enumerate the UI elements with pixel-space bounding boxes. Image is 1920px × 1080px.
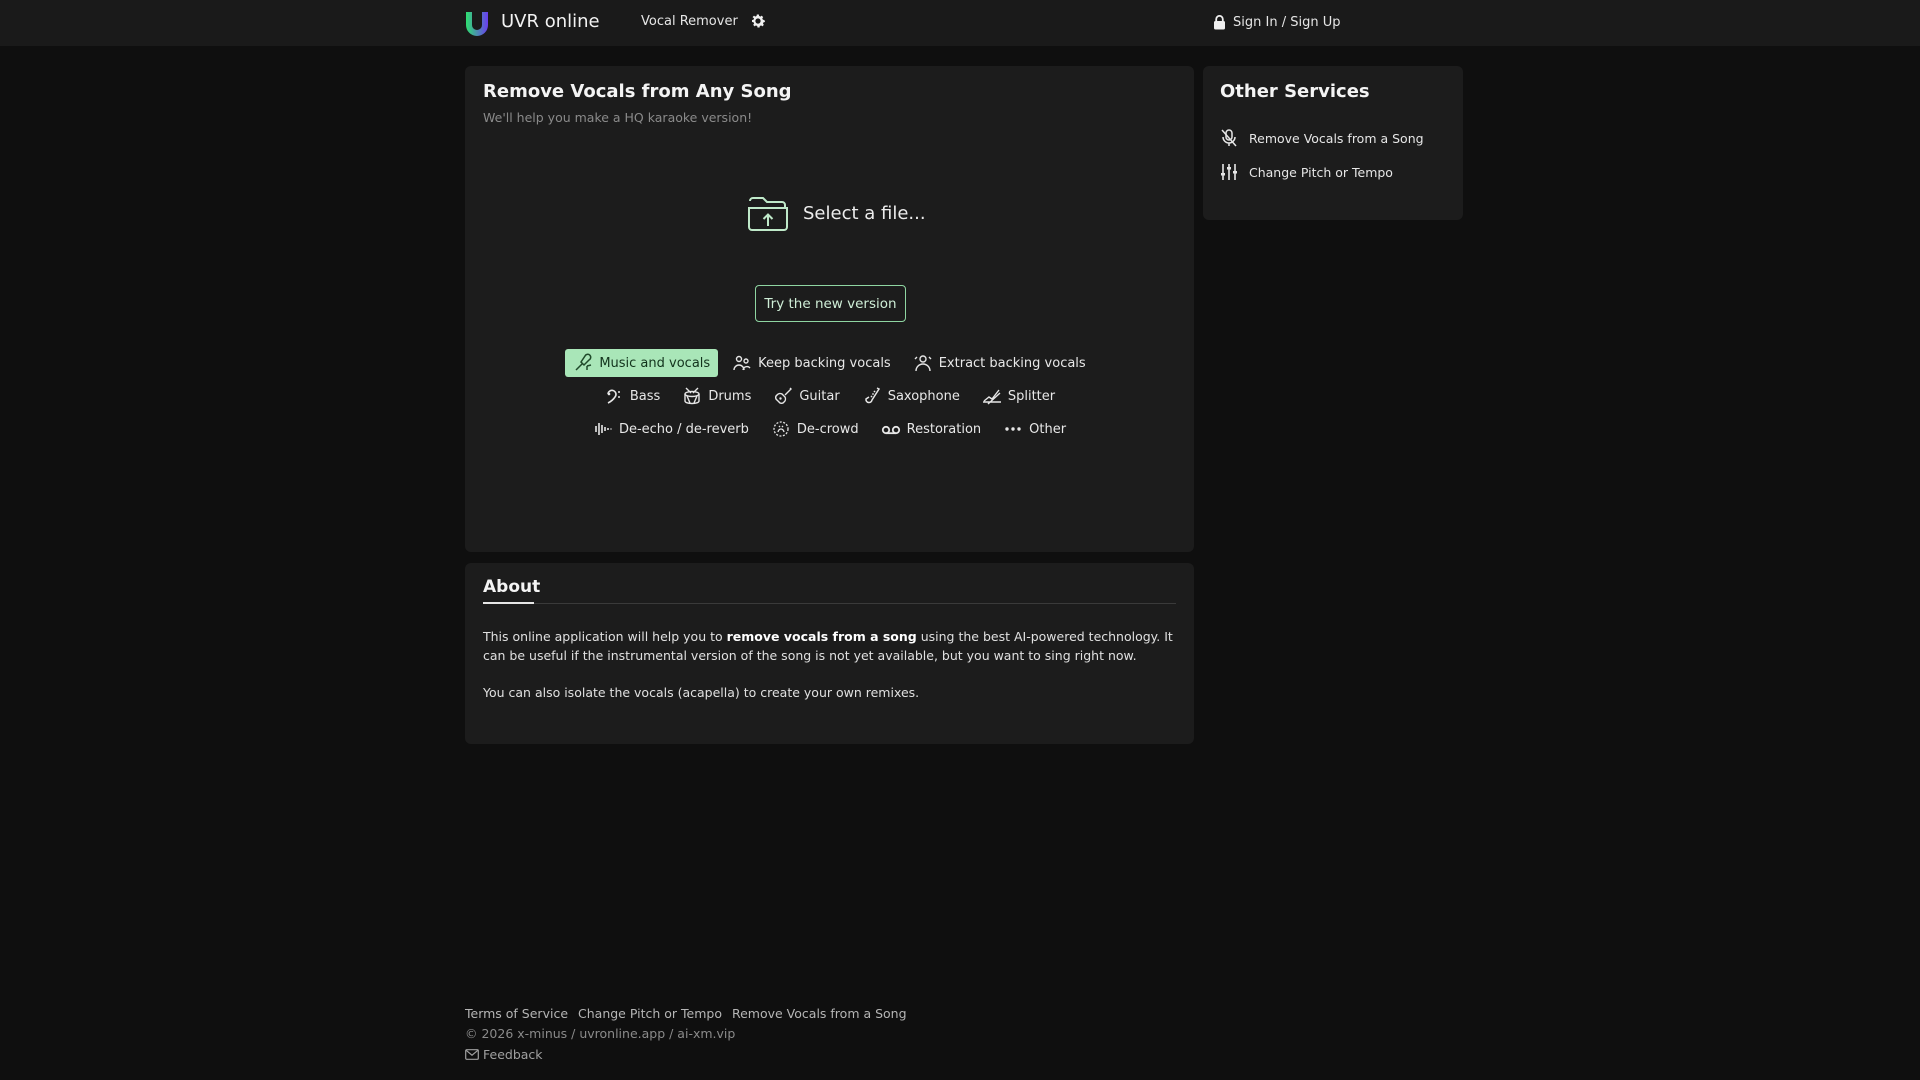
service-remove-vocals[interactable]: Remove Vocals from a Song bbox=[1219, 128, 1424, 148]
feedback-link[interactable]: Feedback bbox=[465, 1047, 907, 1062]
other-services-title: Other Services bbox=[1220, 81, 1370, 102]
footer-link-remove-vocals[interactable]: Remove Vocals from a Song bbox=[732, 1006, 907, 1021]
modes-row-1: Music and vocals Keep backing vocals Ext… bbox=[465, 349, 1194, 377]
about-title: About bbox=[483, 577, 541, 597]
try-new-version-button[interactable]: Try the new version bbox=[755, 285, 906, 322]
splitter-icon bbox=[982, 389, 1001, 405]
modes-row-2: Bass Drums Guitar Saxophone Splitter bbox=[465, 382, 1194, 410]
service-label: Change Pitch or Tempo bbox=[1249, 164, 1393, 180]
folder-upload-icon bbox=[748, 197, 788, 231]
vocal-remover-panel: Remove Vocals from Any Song We'll help y… bbox=[465, 66, 1194, 552]
sliders-icon bbox=[1221, 164, 1237, 180]
about-text-bold: remove vocals from a song bbox=[726, 629, 917, 644]
top-bar: UVR online Vocal Remover Sign In / Sign … bbox=[0, 0, 1920, 46]
mode-label: De-echo / de-reverb bbox=[618, 421, 749, 437]
bass-clef-icon bbox=[607, 389, 620, 404]
mode-splitter[interactable]: Splitter bbox=[974, 382, 1063, 410]
select-file-button[interactable]: Select a file... bbox=[747, 194, 926, 232]
mic-off-icon bbox=[1221, 129, 1237, 147]
mode-label: Other bbox=[1029, 421, 1067, 437]
group-singers-icon bbox=[733, 355, 751, 371]
service-label: Remove Vocals from a Song bbox=[1249, 130, 1424, 146]
about-divider bbox=[483, 602, 1176, 604]
mode-de-crowd[interactable]: De-crowd bbox=[763, 415, 867, 443]
mode-extract-backing-vocals[interactable]: Extract backing vocals bbox=[905, 349, 1094, 377]
mode-drums[interactable]: Drums bbox=[674, 382, 759, 410]
sign-in-label: Sign In / Sign Up bbox=[1233, 14, 1341, 30]
footer-link-change-pitch[interactable]: Change Pitch or Tempo bbox=[578, 1006, 722, 1021]
mode-de-echo-de-reverb[interactable]: De-echo / de-reverb bbox=[585, 415, 757, 443]
mode-keep-backing-vocals[interactable]: Keep backing vocals bbox=[724, 349, 899, 377]
mode-saxophone[interactable]: Saxophone bbox=[854, 382, 968, 410]
gear-icon[interactable] bbox=[749, 12, 767, 30]
mode-label: Bass bbox=[629, 388, 661, 404]
more-dots-icon bbox=[1005, 427, 1021, 431]
uvr-logo-icon[interactable] bbox=[464, 10, 490, 36]
tape-icon bbox=[881, 425, 900, 435]
page-subtitle: We'll help you make a HQ karaoke version… bbox=[483, 110, 753, 125]
service-change-pitch[interactable]: Change Pitch or Tempo bbox=[1219, 162, 1393, 182]
copyright: © 2026 x-minus / uvronline.app / ai-xm.v… bbox=[465, 1026, 736, 1041]
sign-in-link[interactable]: Sign In / Sign Up bbox=[1213, 12, 1340, 32]
separation-modes: Music and vocals Keep backing vocals Ext… bbox=[465, 349, 1194, 448]
mode-label: Splitter bbox=[1007, 388, 1056, 404]
footer-links: Terms of Service Change Pitch or Tempo R… bbox=[465, 1006, 907, 1021]
mode-restoration[interactable]: Restoration bbox=[873, 415, 989, 443]
page-title: Remove Vocals from Any Song bbox=[483, 81, 792, 102]
select-file-label: Select a file... bbox=[803, 202, 926, 224]
echo-icon bbox=[595, 423, 612, 435]
saxophone-icon bbox=[864, 387, 880, 404]
nav-vocal-remover[interactable]: Vocal Remover bbox=[641, 14, 738, 29]
mode-label: Extract backing vocals bbox=[938, 355, 1086, 371]
mode-label: De-crowd bbox=[796, 421, 859, 437]
about-panel: About This online application will help … bbox=[465, 563, 1194, 744]
brand-name[interactable]: UVR online bbox=[501, 11, 600, 32]
mode-label: Restoration bbox=[906, 421, 982, 437]
about-paragraph-2: You can also isolate the vocals (acapell… bbox=[483, 685, 920, 700]
drum-icon bbox=[684, 387, 701, 405]
lock-icon bbox=[1214, 14, 1225, 29]
mode-label: Guitar bbox=[799, 388, 840, 404]
modes-row-3: De-echo / de-reverb De-crowd Restoration… bbox=[465, 415, 1194, 443]
mode-music-and-vocals[interactable]: Music and vocals bbox=[565, 349, 719, 377]
feedback-label: Feedback bbox=[483, 1047, 543, 1062]
mode-bass[interactable]: Bass bbox=[596, 382, 668, 410]
mode-label: Keep backing vocals bbox=[758, 355, 891, 371]
mode-other[interactable]: Other bbox=[995, 415, 1074, 443]
other-services-panel: Other Services Remove Vocals from a Song… bbox=[1203, 66, 1463, 220]
mail-icon bbox=[465, 1049, 479, 1060]
mic-music-icon bbox=[575, 353, 592, 371]
mode-label: Drums bbox=[708, 388, 752, 404]
footer: Terms of Service Change Pitch or Tempo R… bbox=[465, 1006, 907, 1062]
mode-label: Music and vocals bbox=[599, 355, 711, 371]
guitar-icon bbox=[775, 387, 793, 404]
crowd-icon bbox=[773, 421, 789, 437]
footer-link-terms[interactable]: Terms of Service bbox=[465, 1006, 568, 1021]
mode-guitar[interactable]: Guitar bbox=[765, 382, 847, 410]
mode-label: Saxophone bbox=[887, 388, 960, 404]
about-text-part: This online application will help you to bbox=[483, 629, 727, 644]
about-paragraph-1: This online application will help you to… bbox=[483, 627, 1183, 665]
backing-singers-icon bbox=[914, 355, 932, 372]
